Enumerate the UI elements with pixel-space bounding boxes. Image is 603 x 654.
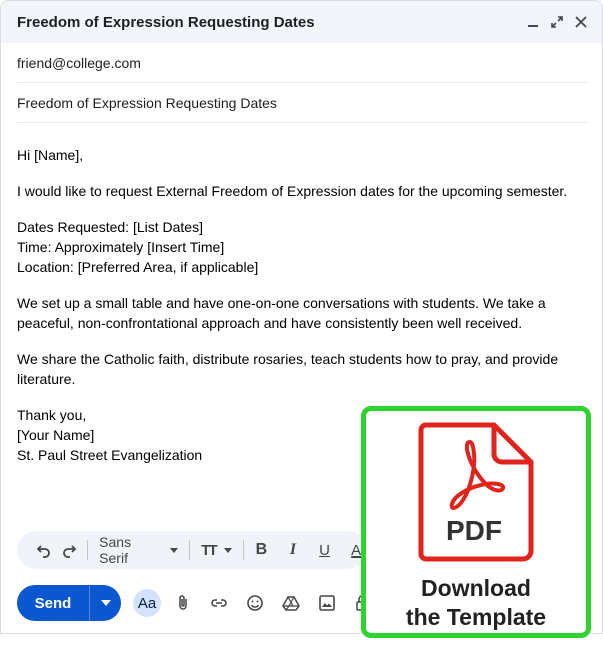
underline-icon[interactable]: U — [314, 539, 336, 561]
chevron-down-icon — [170, 547, 179, 553]
download-line-2: the Template — [405, 604, 547, 630]
paragraph-request: I would like to request External Freedom… — [17, 183, 568, 199]
detail-location: Location: [Preferred Area, if applicable… — [17, 259, 259, 275]
emoji-icon[interactable] — [241, 589, 269, 617]
toolbar-divider — [242, 540, 244, 560]
toolbar-divider — [87, 540, 89, 560]
paragraph-mission: We share the Catholic faith, distribute … — [17, 351, 559, 387]
redo-icon[interactable] — [59, 539, 81, 561]
send-button-group: Send — [17, 585, 121, 621]
to-value: friend@college.com — [17, 54, 141, 71]
font-family-value: Sans Serif — [99, 534, 132, 566]
pdf-label: PDF — [446, 515, 502, 546]
formatting-toolbar: Sans Serif TT B I U A — [17, 531, 367, 569]
undo-icon[interactable] — [33, 539, 55, 561]
subject-value: Freedom of Expression Requesting Dates — [17, 94, 277, 111]
send-options-button[interactable] — [89, 585, 121, 621]
greeting: Hi [Name], — [17, 147, 84, 163]
formatting-toggle-button[interactable]: Aa — [133, 589, 161, 617]
link-icon[interactable] — [205, 589, 233, 617]
chevron-down-icon — [223, 547, 232, 553]
bold-icon[interactable]: B — [251, 539, 273, 561]
expand-icon[interactable] — [550, 15, 564, 29]
detail-dates: Dates Requested: [List Dates] — [17, 219, 203, 235]
detail-time: Time: Approximately [Insert Time] — [17, 239, 225, 255]
italic-icon[interactable]: I — [282, 539, 304, 561]
compose-titlebar: Freedom of Expression Requesting Dates — [1, 1, 602, 43]
download-template-button[interactable]: PDF Download the Template — [361, 406, 591, 638]
pdf-file-icon: PDF — [418, 422, 534, 562]
photo-icon[interactable] — [313, 589, 341, 617]
paragraph-approach: We set up a small table and have one-on-… — [17, 295, 546, 331]
drive-icon[interactable] — [277, 589, 305, 617]
chevron-down-icon — [100, 600, 111, 606]
action-bar: Send Aa — [17, 585, 377, 621]
download-label: Download the Template — [406, 574, 546, 632]
details-block: Dates Requested: [List Dates] Time: Appr… — [17, 217, 592, 277]
send-button[interactable]: Send — [17, 585, 89, 621]
close-icon[interactable] — [574, 15, 588, 29]
text-size-icon[interactable]: TT — [197, 542, 235, 559]
compose-title: Freedom of Expression Requesting Dates — [17, 13, 315, 31]
font-family-select[interactable]: Sans Serif — [95, 534, 182, 566]
subject-field[interactable]: Freedom of Expression Requesting Dates — [17, 83, 587, 123]
attach-icon[interactable] — [169, 589, 197, 617]
download-line-1: Download — [421, 575, 531, 601]
toolbar-divider — [189, 540, 191, 560]
minimize-icon[interactable] — [526, 15, 540, 29]
window-controls — [526, 15, 588, 29]
to-field[interactable]: friend@college.com — [17, 43, 587, 83]
